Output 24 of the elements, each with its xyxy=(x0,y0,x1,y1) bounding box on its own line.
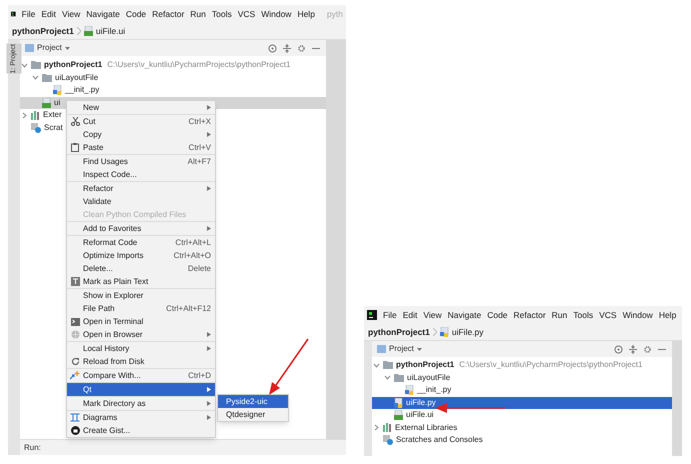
tree-item-label: __init_.py xyxy=(65,84,100,96)
shortcut-label: Alt+F7 xyxy=(188,156,211,168)
tree-item-label: External Libraries xyxy=(395,422,458,434)
tree-item-label: uiFile.ui xyxy=(406,409,434,422)
shortcut-label: Delete xyxy=(188,262,211,274)
project-path: C:\Users\v_kuntliu\PycharmProjects\pythonProject1 xyxy=(459,359,642,372)
shortcut-label: Ctrl+Alt+L xyxy=(175,236,211,248)
tree-item-label: pythonProject1 xyxy=(396,359,454,372)
tree-item-label: uiFile.py xyxy=(406,396,436,409)
tree-item-label: uiLayoutFile xyxy=(407,372,450,384)
tree-item-label: Scrat xyxy=(44,122,63,134)
tree-item-label: pythonProject1 xyxy=(44,59,102,72)
tree-item-label: Scratches and Consoles xyxy=(396,434,483,446)
run-label: Run: xyxy=(24,442,41,454)
shortcut-label: Ctrl+Alt+O xyxy=(174,250,211,262)
shortcut-label: Ctrl+V xyxy=(188,142,211,154)
tree-item-label: uiLayoutFile xyxy=(55,72,98,84)
shortcut-label: Ctrl+X xyxy=(188,116,211,128)
shortcut-label: Ctrl+D xyxy=(188,370,211,382)
tree-item-label: Exter xyxy=(43,109,62,122)
project-path: C:\Users\v_kuntliu\PycharmProjects\pythonProject1 xyxy=(107,59,290,72)
tree-item-label: ui xyxy=(54,96,60,109)
shortcut-label: Ctrl+Alt+F12 xyxy=(166,302,211,314)
tree-item-label: __init_.py xyxy=(417,384,452,396)
